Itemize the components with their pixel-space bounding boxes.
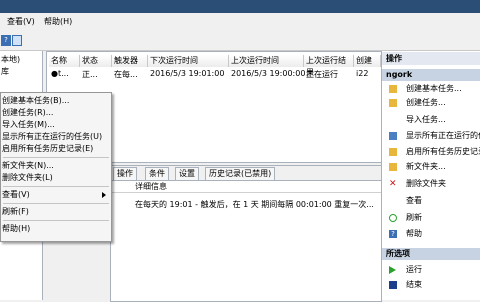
detail-text: 在每天的 19:01 - 触发后，在 1 天 期间每隔 00:01:00 重复一… [135,200,374,209]
menu-item-help[interactable]: 帮助(H) [1,223,111,235]
action-label: 显示所有正在运行的任务 [406,131,480,140]
cell-last-result: 正在运行 [306,70,338,79]
action-view[interactable]: 查看 [382,195,480,207]
action-label: 结束 [406,280,422,289]
menu-item-create-basic-task[interactable]: 创建基本任务(B)... [1,95,111,107]
menu-view[interactable]: 查看(V) [7,16,35,27]
action-end[interactable]: 结束 [382,279,480,291]
context-menu: 创建基本任务(B)... 创建任务(R)... 导入任务(M)... 显示所有正… [0,92,112,242]
tab-conditions[interactable]: 条件 [145,167,169,180]
panel-icon[interactable] [12,35,22,46]
menu-item-enable-history[interactable]: 启用所有任务历史记录(E) [1,143,111,155]
column-header-trigger[interactable]: 触发器 [112,55,148,67]
toolbar: ? [0,28,480,51]
action-label: 删除文件夹 [406,179,446,188]
refresh-icon [389,214,397,222]
actions-section-folder[interactable]: ngork [382,69,480,81]
menu-item-label: 新文件夹(N)... [2,161,54,170]
action-show-running[interactable]: 显示所有正在运行的任务 [382,130,480,142]
tab-settings[interactable]: 设置 [175,167,199,180]
task-detail-pane: 操作 条件 设置 历史记录(已禁用) 详细信息 在每天的 19:01 - 触发后… [110,165,382,302]
action-label: 刷新 [406,213,422,222]
play-icon [389,266,396,274]
action-enable-history[interactable]: 启用所有任务历史记录 [382,146,480,158]
menu-separator [3,203,109,204]
action-label: 运行 [406,265,422,274]
window-title-bar [0,0,480,13]
tab-actions[interactable]: 操作 [113,167,137,180]
action-label: 创建任务... [406,98,446,107]
detail-tabs: 操作 条件 设置 历史记录(已禁用) [111,166,381,181]
menu-item-label: 导入任务(M)... [2,120,55,129]
action-new-folder[interactable]: 新文件夹... [382,161,480,173]
menu-item-label: 创建任务(R)... [2,108,54,117]
menu-separator [3,157,109,158]
folder-icon [389,163,397,171]
menu-separator [3,186,109,187]
submenu-arrow-icon [102,192,106,198]
table-row[interactable]: ●t... 正... 在每... 2016/5/3 19:01:00 2016/… [49,68,381,80]
actions-section-selected: 所选项 [382,248,480,260]
menu-separator [3,220,109,221]
menu-item-delete-folder[interactable]: 删除文件夹(L) [1,172,111,184]
menu-item-import-task[interactable]: 导入任务(M)... [1,119,111,131]
action-create-basic-task[interactable]: 创建基本任务... [382,83,480,95]
help-icon[interactable]: ? [1,35,11,46]
column-header-status[interactable]: 状态 [80,55,112,67]
action-label: 新文件夹... [406,162,446,171]
column-header-author[interactable]: 创建 [354,55,381,67]
tree-item-library[interactable]: 库 [1,66,9,77]
action-help[interactable]: ? 帮助 [382,228,480,240]
menu-item-show-running[interactable]: 显示所有正在运行的任务(U) [1,131,111,143]
help-icon: ? [389,230,397,238]
column-header-next-run[interactable]: 下次运行时间 [148,55,229,67]
cell-next-run: 2016/5/3 19:01:00 [150,69,225,78]
menu-item-view[interactable]: 查看(V) [1,189,111,201]
action-create-task[interactable]: 创建任务... [382,97,480,109]
cell-name: ●t... [51,69,69,78]
menu-item-new-folder[interactable]: 新文件夹(N)... [1,160,111,172]
cell-author: i22 [356,69,369,78]
tab-history[interactable]: 历史记录(已禁用) [205,167,276,180]
action-label: 查看 [406,196,422,205]
action-label: 启用所有任务历史记录 [406,147,480,156]
cell-last-run: 2016/5/3 19:00:00 [231,69,306,78]
action-import-task[interactable]: 导入任务... [382,114,480,126]
stop-icon [389,281,397,289]
menu-bar: 查看(V) 帮助(H) [0,13,480,28]
menu-item-label: 帮助(H) [2,224,31,233]
cell-trigger: 在每... [114,70,138,79]
action-label: 帮助 [406,229,422,238]
list-icon [389,132,397,140]
task-icon [389,85,397,93]
history-icon [389,148,397,156]
column-header-last-result[interactable]: 上次运行结果 [304,55,354,77]
task-icon [389,99,397,107]
menu-item-create-task[interactable]: 创建任务(R)... [1,107,111,119]
menu-item-label: 刷新(F) [2,207,29,216]
cell-status: 正... [82,70,98,79]
menu-item-label: 删除文件夹(L) [2,173,53,182]
menu-item-refresh[interactable]: 刷新(F) [1,206,111,218]
column-header-name[interactable]: 名称 [49,55,80,67]
menu-item-label: 显示所有正在运行的任务(U) [2,132,103,141]
delete-icon: ✕ [389,179,397,189]
detail-header-label: 详细信息 [135,182,167,191]
actions-pane: 操作 ngork 创建基本任务... 创建任务... 导入任务... 显示所有正… [381,51,480,300]
action-label: 创建基本任务... [406,84,462,93]
menu-item-label: 创建基本任务(B)... [2,96,70,105]
menu-help[interactable]: 帮助(H) [44,16,72,27]
column-header-last-run[interactable]: 上次运行时间 [229,55,304,67]
menu-item-label: 启用所有任务历史记录(E) [2,144,94,153]
menu-item-label: 查看(V) [2,190,30,199]
action-run[interactable]: 运行 [382,264,480,276]
actions-title: 操作 [382,52,480,65]
detail-header: 详细信息 [111,180,381,193]
action-refresh[interactable]: 刷新 [382,212,480,224]
action-label: 导入任务... [406,115,446,124]
action-delete-folder[interactable]: ✕ 删除文件夹 [382,178,480,190]
tree-item-local[interactable]: 本地) [1,54,20,65]
